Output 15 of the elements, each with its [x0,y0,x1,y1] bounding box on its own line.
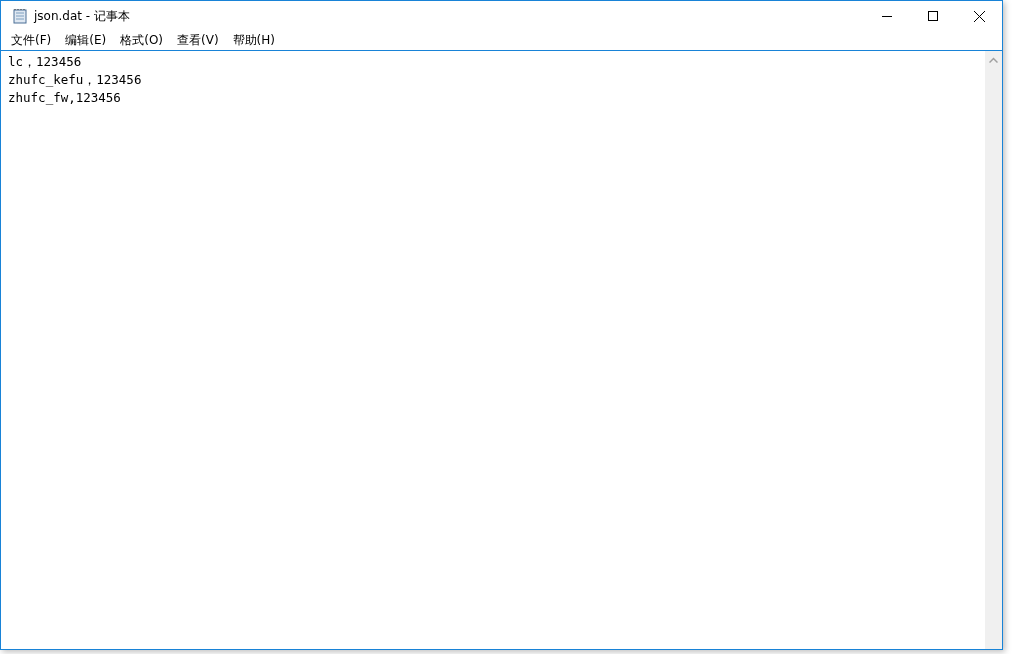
menu-item[interactable]: 文件(F) [4,32,59,49]
caret-up-icon [989,56,998,63]
close-icon [973,10,985,22]
text-line: zhufc_fw,123456 [8,89,121,107]
menu-item[interactable]: 查看(V) [170,32,226,49]
text-line: zhufc_kefu，123456 [8,71,142,89]
maximize-icon [928,11,938,21]
scrollbar[interactable] [985,51,1002,649]
window-title: json.dat - 记事本 [34,7,131,25]
text-area[interactable]: lc，123456 zhufc_kefu，123456 zhufc_fw,123456 [1,51,985,649]
menu-item[interactable]: 格式(O) [113,32,171,49]
menu-item[interactable]: 帮助(H) [225,32,282,49]
text-line: lc，123456 [8,53,82,71]
notepad-icon [12,8,28,24]
menu-item[interactable]: 编辑(E) [58,32,114,49]
